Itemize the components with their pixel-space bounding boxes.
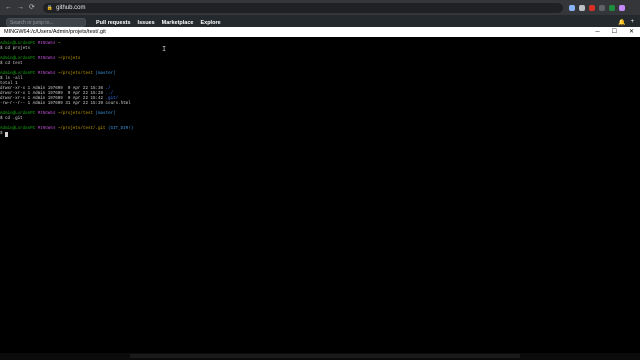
extension-icons [568,4,625,11]
prompt-path: ~ [57,42,61,46]
prompt-path: ~/projets/test [57,72,93,76]
prompt-branch: (master) [95,112,116,116]
plus-icon[interactable]: + [630,19,634,26]
terminal-line-text: drwxr-xr-x 1 Admin 197609 0 Apr 22 15:36 [0,87,106,91]
minimize-icon[interactable]: ─ [595,29,599,35]
browser-nav: ← → ⟳ [0,4,35,11]
github-search-input[interactable]: Search or jump to... [6,18,86,27]
terminal-line-text: total 1 [0,82,18,86]
lock-icon: 🔒 [46,4,54,11]
prompt-host: MINGW64 [37,42,56,46]
prompt-user: Admin@LordanPC [0,57,36,61]
horizontal-scrollbar[interactable] [130,354,520,358]
directory-name: ./ [105,87,111,91]
extension-red-icon[interactable] [588,4,595,11]
prompt-host: MINGW64 [37,72,56,76]
prompt-host: MINGW64 [37,112,56,116]
terminal-line-text: $ cd projets [0,47,31,51]
prompt-path: ~/projets/test/.git [57,127,106,131]
extension-gray-icon[interactable] [598,4,605,11]
terminal-cursor [5,132,9,137]
directory-name: ../ [105,92,114,96]
terminal-line-text: $ cd .git [0,117,23,121]
prompt-user: Admin@LordanPC [0,112,36,116]
prompt-path: ~/projets/test [57,112,93,116]
close-icon[interactable]: ✕ [629,29,634,35]
forward-icon[interactable]: → [17,4,24,11]
nav-marketplace[interactable]: Marketplace [162,20,194,26]
address-bar[interactable]: 🔒 github.com [42,2,563,13]
github-nav: Pull requests Issues Marketplace Explore [96,20,221,26]
terminal-line-text: drwxr-xr-x 1 Admin 197609 0 Apr 22 15:42 [0,97,106,101]
terminal-title: MINGW64:/c/Users/Admin/projets/test/.git [4,29,106,35]
terminal-output[interactable]: Admin@LordanPC MINGW64 ~ $ cd projets Admi… [0,37,640,353]
window-controls: ─ ☐ ✕ [595,29,640,35]
prompt-user: Admin@LordanPC [0,127,36,131]
github-header-right: 🔔 + [618,19,640,26]
extension-green-icon[interactable] [608,4,615,11]
prompt-user: Admin@LordanPC [0,72,36,76]
prompt-branch: (GIT_DIR!) [108,127,134,131]
star-icon[interactable] [578,4,585,11]
terminal-line-text: -rw-r--r-- 1 Admin 197609 31 Apr 22 15:3… [0,102,131,106]
back-icon[interactable]: ← [5,4,12,11]
prompt-host: MINGW64 [37,127,56,131]
profile-avatar-icon[interactable] [618,4,625,11]
nav-issues[interactable]: Issues [138,20,155,26]
terminal-titlebar[interactable]: MINGW64:/c/Users/Admin/projets/test/.git… [0,27,640,37]
maximize-icon[interactable]: ☐ [612,29,617,35]
reload-icon[interactable]: ⟳ [29,4,35,11]
prompt-path: ~/projets [57,57,81,61]
notification-bell-icon[interactable]: 🔔 [618,19,625,26]
nav-explore[interactable]: Explore [200,20,220,26]
terminal-line-text: $ cd test [0,62,23,66]
directory-name: .git/ [105,97,119,101]
prompt-host: MINGW64 [37,57,56,61]
terminal-line-text: drwxr-xr-x 1 Admin 197609 0 Apr 22 15:28 [0,92,106,96]
browser-toolbar: ← → ⟳ 🔒 github.com [0,0,640,15]
terminal-line-text: $ ls -all [0,77,23,81]
text-cursor-icon: I [162,46,167,54]
prompt-user: Admin@LordanPC [0,42,36,46]
url-text: github.com [56,4,86,11]
prompt-branch: (master) [95,72,116,76]
translate-icon[interactable] [568,4,575,11]
nav-pull-requests[interactable]: Pull requests [96,20,131,26]
terminal-line: $ [0,132,640,137]
